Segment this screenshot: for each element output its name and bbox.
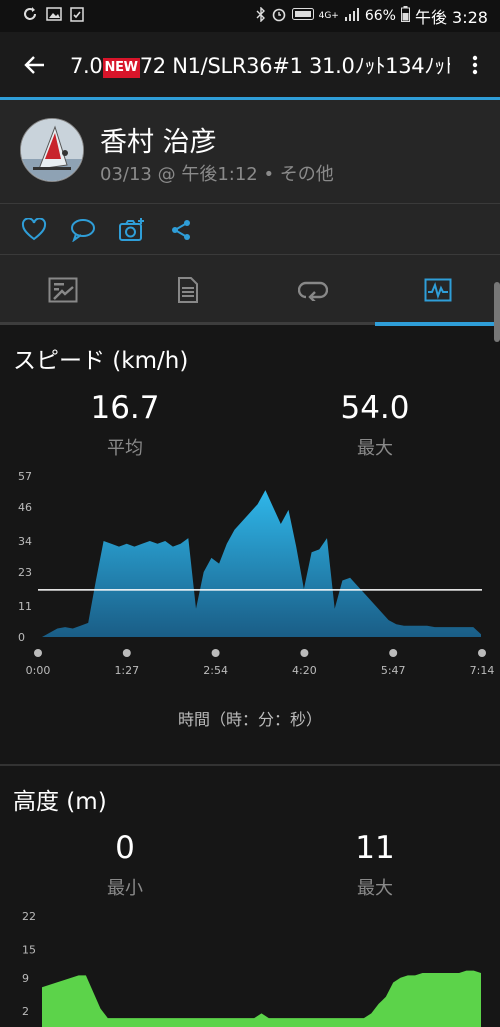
check-clipboard-icon xyxy=(70,6,84,26)
athlete-name[interactable]: 香村 治彦 xyxy=(100,120,217,159)
y-tick-label: 9 xyxy=(22,972,29,985)
camera-add-icon xyxy=(119,218,144,241)
activity-title: 7.0 NEW72 N1/SLR36#1 31.0ﾉｯﾄ134ﾉｯﾄ xyxy=(70,50,450,80)
x-tick-label: 0:00 xyxy=(26,664,51,677)
network-type: 4G+ xyxy=(318,11,339,21)
app-bar: 7.0 NEW72 N1/SLR36#1 31.0ﾉｯﾄ134ﾉｯﾄ xyxy=(0,32,500,97)
more-options-button[interactable] xyxy=(450,55,500,75)
x-tick-dot xyxy=(478,649,486,657)
battery-percent: 66% xyxy=(364,8,396,24)
bluetooth-icon xyxy=(256,5,266,26)
x-tick-label: 4:20 xyxy=(292,664,317,677)
y-tick-label: 46 xyxy=(18,501,32,514)
min-altitude-label: 最小 xyxy=(107,878,143,899)
battery-icon xyxy=(400,6,410,26)
speed-chart[interactable]: 0 11 23 34 46 57 0:00 1:27 2:54 4:20 5:47 7:14 xyxy=(0,462,500,682)
status-bar: 4G+ 66% 午後 3:28 xyxy=(0,0,500,32)
chart-icon xyxy=(424,278,451,302)
share-icon xyxy=(172,220,190,240)
y-tick-label: 34 xyxy=(18,535,32,548)
action-bar xyxy=(0,204,500,254)
more-vert-icon xyxy=(472,55,478,74)
tab-bar xyxy=(0,255,500,325)
heart-icon xyxy=(21,218,47,241)
y-tick-label: 15 xyxy=(22,943,36,956)
alarm-icon xyxy=(271,6,287,26)
avg-speed-label: 平均 xyxy=(107,438,143,459)
volte-icon xyxy=(291,8,314,24)
x-tick-dot xyxy=(211,649,220,657)
x-tick-label: 5:47 xyxy=(381,664,406,677)
speed-title: スピード (km/h) xyxy=(13,348,189,374)
comment-icon xyxy=(71,219,95,242)
section-divider xyxy=(0,764,500,766)
tab-laps[interactable] xyxy=(250,255,375,325)
y-tick-label: 2 xyxy=(22,1005,29,1018)
y-tick-label: 57 xyxy=(18,470,32,483)
share-button[interactable] xyxy=(167,216,195,244)
tab-details[interactable] xyxy=(125,255,250,325)
time-axis-title: 時間（時：分：秒） xyxy=(177,710,322,729)
tab-divider xyxy=(0,322,375,325)
activity-date: 03/13 @ 午後1:12 • その他 xyxy=(100,164,334,185)
add-photo-button[interactable] xyxy=(118,216,146,244)
x-tick-dot xyxy=(122,649,131,657)
x-tick-dot xyxy=(34,649,42,657)
min-altitude-value: 0 xyxy=(115,830,135,866)
x-tick-dot xyxy=(300,649,309,657)
avg-speed-value: 16.7 xyxy=(90,390,160,426)
title-suffix: 72 N1/SLR36#1 31.0ﾉｯﾄ134ﾉｯﾄ xyxy=(139,53,450,78)
x-tick-label: 2:54 xyxy=(203,664,228,677)
activity-header: 香村 治彦 03/13 @ 午後1:12 • その他 xyxy=(0,100,500,203)
max-altitude-label: 最大 xyxy=(357,878,393,899)
signal-icon xyxy=(344,7,360,25)
y-tick-label: 23 xyxy=(18,566,32,579)
max-speed-value: 54.0 xyxy=(340,390,410,426)
tab-summary[interactable] xyxy=(0,255,125,325)
speed-area xyxy=(42,490,481,637)
y-tick-label: 22 xyxy=(22,910,36,923)
altitude-title: 高度 (m) xyxy=(13,789,107,815)
clock: 午後 3:28 xyxy=(414,8,488,27)
back-button[interactable] xyxy=(0,55,70,75)
summary-icon xyxy=(48,277,77,303)
y-tick-label: 11 xyxy=(18,600,32,613)
y-tick-label: 0 xyxy=(18,631,25,644)
x-tick-label: 1:27 xyxy=(114,664,139,677)
comment-button[interactable] xyxy=(69,216,97,244)
altitude-chart[interactable]: 2 9 15 22 xyxy=(0,900,500,1027)
like-button[interactable] xyxy=(20,216,48,244)
new-badge: NEW xyxy=(102,57,140,78)
title-prefix: 7.0 xyxy=(70,53,103,78)
laps-icon xyxy=(297,281,328,301)
sync-icon xyxy=(22,6,38,26)
x-tick-dot xyxy=(389,649,398,657)
max-speed-label: 最大 xyxy=(357,438,393,459)
arrow-left-icon xyxy=(24,55,44,74)
active-tab-indicator xyxy=(375,322,500,326)
gallery-icon xyxy=(46,6,62,26)
avatar[interactable] xyxy=(20,118,84,182)
scrollbar[interactable] xyxy=(494,282,500,342)
tab-charts[interactable] xyxy=(375,255,500,325)
max-altitude-value: 11 xyxy=(355,830,395,866)
x-tick-label: 7:14 xyxy=(470,664,495,677)
altitude-area xyxy=(42,970,481,1027)
details-icon xyxy=(177,277,198,303)
